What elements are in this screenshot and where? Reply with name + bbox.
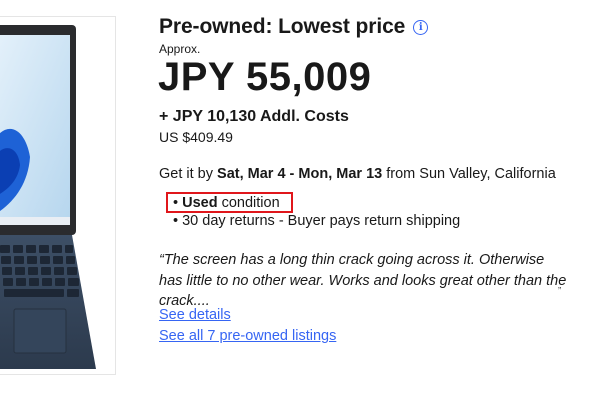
approx-label: Approx. [159,42,201,56]
product-image[interactable] [0,16,116,375]
condition-bullet: • [173,195,179,211]
condition-rest: condition [221,195,280,211]
page-title: Pre-owned: Lowest price [159,15,406,38]
title-row: Pre-owned: Lowest price i [159,15,429,39]
delivery-dates: Sat, Mar 4 - Mon, Mar 13 [217,166,383,182]
delivery-suffix: from Sun Valley, California [386,166,556,182]
condition-bold: Used [182,195,218,211]
condition-line: • Used condition [173,195,280,211]
price-amount: JPY 55,009 [158,55,372,99]
info-icon[interactable]: i [413,19,429,35]
additional-costs: + JPY 10,130 Addl. Costs [159,108,349,125]
laptop-image [0,25,96,369]
seller-note-closing-mark: ” [558,286,562,297]
delivery-estimate: Get it by Sat, Mar 4 - Mon, Mar 13 from … [159,166,556,182]
seller-note: “The screen has a long thin crack going … [159,252,567,309]
see-all-listings-link[interactable]: See all 7 pre-owned listings [159,328,336,344]
see-details-link[interactable]: See details [159,307,231,323]
returns-policy: • 30 day returns - Buyer pays return shi… [173,213,461,229]
delivery-prefix: Get it by [159,166,213,182]
usd-price: US $409.49 [159,129,233,145]
